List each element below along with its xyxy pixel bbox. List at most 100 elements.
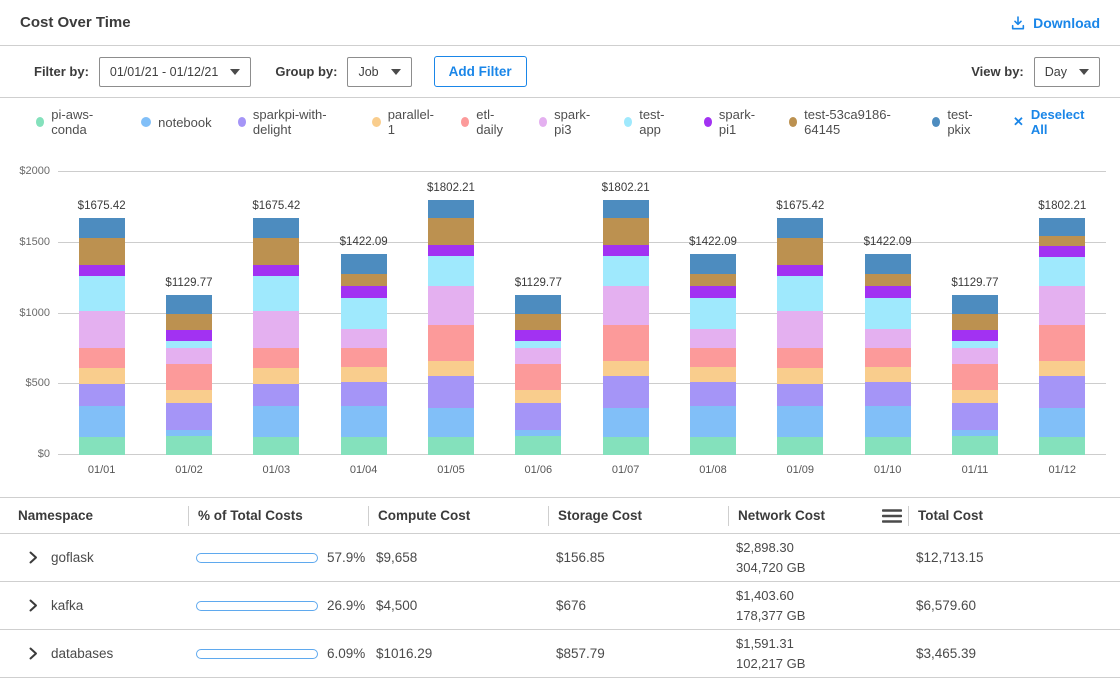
bar-segment-test-app[interactable] (428, 256, 474, 286)
stacked-bar-01/07[interactable]: $1802.21 (603, 200, 649, 455)
bar-segment-spark-pi3[interactable] (603, 286, 649, 324)
bar-segment-notebook[interactable] (603, 408, 649, 437)
date-range-select[interactable]: 01/01/21 - 01/12/21 (99, 57, 251, 87)
bar-segment-pi-aws-conda[interactable] (515, 436, 561, 455)
bar-segment-spark-pi3[interactable] (690, 329, 736, 348)
bar-segment-spark-pi3[interactable] (952, 348, 998, 364)
legend-item-test-app[interactable]: test-app (624, 107, 678, 137)
bar-segment-sparkpi-with-delight[interactable] (690, 382, 736, 406)
bar-segment-etl-daily[interactable] (1039, 325, 1085, 362)
bar-segment-test-app[interactable] (952, 341, 998, 348)
bar-segment-sparkpi-with-delight[interactable] (865, 382, 911, 406)
bar-segment-parallel-1[interactable] (253, 368, 299, 384)
legend-item-notebook[interactable]: notebook (141, 115, 212, 130)
bar-segment-spark-pi3[interactable] (428, 286, 474, 324)
bar-segment-test-app[interactable] (166, 341, 212, 348)
bar-segment-spark-pi1[interactable] (865, 286, 911, 298)
bar-segment-sparkpi-with-delight[interactable] (79, 384, 125, 406)
bar-segment-parallel-1[interactable] (341, 367, 387, 383)
stacked-bar-01/05[interactable]: $1802.21 (428, 200, 474, 455)
bar-segment-test-app[interactable] (603, 256, 649, 286)
download-button[interactable]: Download (1010, 15, 1100, 31)
bar-segment-notebook[interactable] (341, 406, 387, 436)
bar-segment-pi-aws-conda[interactable] (166, 436, 212, 455)
bar-segment-notebook[interactable] (865, 406, 911, 436)
bar-segment-pi-aws-conda[interactable] (865, 437, 911, 455)
bar-segment-spark-pi3[interactable] (79, 311, 125, 347)
legend-item-etl-daily[interactable]: etl-daily (461, 107, 513, 137)
bar-segment-test-53ca9186-64145[interactable] (515, 314, 561, 330)
bar-segment-spark-pi3[interactable] (341, 329, 387, 348)
bar-segment-test-app[interactable] (515, 341, 561, 348)
bar-segment-spark-pi3[interactable] (253, 311, 299, 347)
stacked-bar-01/08[interactable]: $1422.09 (690, 254, 736, 455)
bar-segment-sparkpi-with-delight[interactable] (952, 403, 998, 430)
stacked-bar-01/01[interactable]: $1675.42 (79, 218, 125, 455)
bar-segment-pi-aws-conda[interactable] (428, 437, 474, 455)
bar-segment-notebook[interactable] (777, 406, 823, 436)
bar-segment-spark-pi3[interactable] (515, 348, 561, 364)
bar-segment-pi-aws-conda[interactable] (690, 437, 736, 455)
table-row-databases[interactable]: databases6.09%$1016.29$857.79$1,591.3110… (0, 630, 1120, 678)
bar-segment-test-pkix[interactable] (428, 200, 474, 218)
legend-item-pi-aws-conda[interactable]: pi-aws-conda (36, 107, 115, 137)
bar-segment-notebook[interactable] (253, 406, 299, 436)
bar-segment-notebook[interactable] (690, 406, 736, 436)
bar-segment-parallel-1[interactable] (166, 390, 212, 403)
bar-segment-test-53ca9186-64145[interactable] (428, 218, 474, 245)
bar-segment-test-53ca9186-64145[interactable] (166, 314, 212, 330)
bar-segment-test-pkix[interactable] (79, 218, 125, 238)
bar-segment-parallel-1[interactable] (515, 390, 561, 403)
stacked-bar-01/04[interactable]: $1422.09 (341, 254, 387, 455)
stacked-bar-01/11[interactable]: $1129.77 (952, 295, 998, 455)
bar-segment-sparkpi-with-delight[interactable] (428, 376, 474, 408)
bar-segment-pi-aws-conda[interactable] (603, 437, 649, 455)
chevron-right-icon[interactable] (29, 647, 38, 660)
stacked-bar-01/06[interactable]: $1129.77 (515, 295, 561, 455)
bar-segment-etl-daily[interactable] (690, 348, 736, 367)
menu-icon[interactable] (882, 508, 902, 524)
bar-segment-parallel-1[interactable] (1039, 361, 1085, 376)
bar-segment-sparkpi-with-delight[interactable] (777, 384, 823, 406)
bar-segment-spark-pi1[interactable] (777, 265, 823, 275)
bar-segment-sparkpi-with-delight[interactable] (341, 382, 387, 406)
bar-segment-test-53ca9186-64145[interactable] (952, 314, 998, 330)
bar-segment-pi-aws-conda[interactable] (777, 437, 823, 455)
bar-segment-sparkpi-with-delight[interactable] (166, 403, 212, 430)
bar-segment-parallel-1[interactable] (428, 361, 474, 376)
bar-segment-test-pkix[interactable] (690, 254, 736, 274)
bar-segment-sparkpi-with-delight[interactable] (603, 376, 649, 408)
group-by-select[interactable]: Job (347, 57, 411, 87)
table-row-goflask[interactable]: goflask57.9%$9,658$156.85$2,898.30304,72… (0, 534, 1120, 582)
legend-item-spark-pi3[interactable]: spark-pi3 (539, 107, 598, 137)
bar-segment-test-pkix[interactable] (952, 295, 998, 314)
bar-segment-test-app[interactable] (1039, 257, 1085, 286)
bar-segment-pi-aws-conda[interactable] (79, 437, 125, 455)
bar-segment-test-app[interactable] (865, 298, 911, 329)
bar-segment-test-app[interactable] (777, 276, 823, 312)
table-row-kafka[interactable]: kafka26.9%$4,500$676$1,403.60178,377 GB$… (0, 582, 1120, 630)
bar-segment-sparkpi-with-delight[interactable] (253, 384, 299, 406)
legend-item-spark-pi1[interactable]: spark-pi1 (704, 107, 763, 137)
bar-segment-test-53ca9186-64145[interactable] (79, 238, 125, 266)
stacked-bar-01/12[interactable]: $1802.21 (1039, 218, 1085, 455)
bar-segment-etl-daily[interactable] (166, 364, 212, 390)
bar-segment-test-53ca9186-64145[interactable] (341, 274, 387, 286)
bar-segment-spark-pi1[interactable] (515, 330, 561, 341)
bar-segment-spark-pi3[interactable] (166, 348, 212, 364)
bar-segment-parallel-1[interactable] (690, 367, 736, 383)
stacked-bar-01/10[interactable]: $1422.09 (865, 254, 911, 455)
stacked-bar-01/02[interactable]: $1129.77 (166, 295, 212, 455)
bar-segment-pi-aws-conda[interactable] (952, 436, 998, 455)
bar-segment-test-pkix[interactable] (777, 218, 823, 238)
bar-segment-spark-pi1[interactable] (1039, 246, 1085, 257)
bar-segment-test-pkix[interactable] (341, 254, 387, 274)
bar-segment-spark-pi1[interactable] (166, 330, 212, 341)
bar-segment-pi-aws-conda[interactable] (1039, 437, 1085, 455)
add-filter-button[interactable]: Add Filter (434, 56, 527, 87)
bar-segment-test-pkix[interactable] (515, 295, 561, 314)
bar-segment-notebook[interactable] (1039, 408, 1085, 437)
bar-segment-test-pkix[interactable] (253, 218, 299, 238)
bar-segment-test-app[interactable] (341, 298, 387, 329)
bar-segment-etl-daily[interactable] (603, 325, 649, 362)
